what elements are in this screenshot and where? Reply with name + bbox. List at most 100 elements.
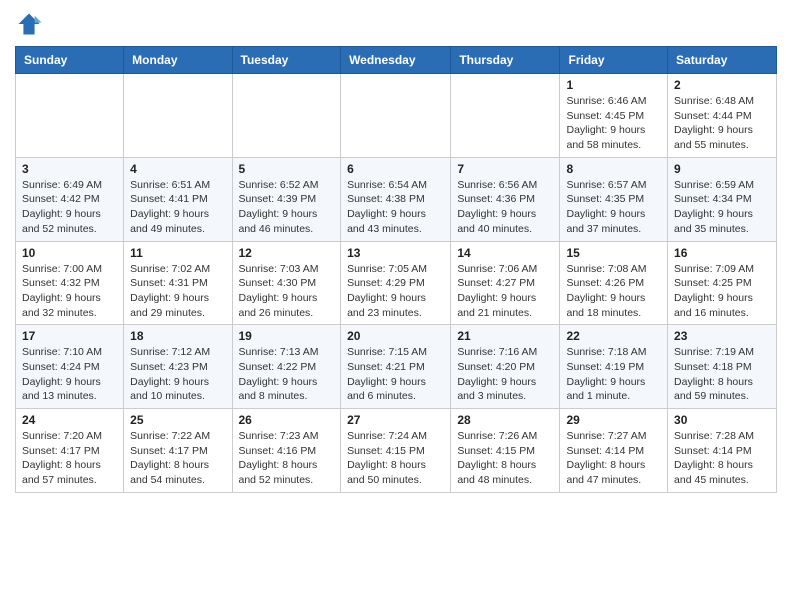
weekday-header-thursday: Thursday: [451, 47, 560, 74]
calendar-body: 1 Sunrise: 6:46 AM Sunset: 4:45 PM Daylig…: [16, 74, 777, 493]
calendar-cell: 11Sunrise: 7:02 AM Sunset: 4:31 PM Dayli…: [124, 241, 232, 325]
calendar-week-row: 10 Sunrise: 7:00 AM Sunset: 4:32 PM Dayli…: [16, 241, 777, 325]
day-number: 22: [566, 329, 661, 343]
calendar-cell: 15 Sunrise: 7:08 AM Sunset: 4:26 PM Dayli…: [560, 241, 668, 325]
day-number: 27: [347, 413, 444, 427]
calendar-cell: 12Sunrise: 7:03 AM Sunset: 4:30 PM Dayli…: [232, 241, 341, 325]
calendar-cell: 19 Sunrise: 7:13 AM Sunset: 4:22 PM Dayli…: [232, 325, 341, 409]
calendar-cell: 4 Sunrise: 6:51 AM Sunset: 4:41 PM Daylig…: [124, 157, 232, 241]
day-info: Sunrise: 7:02 AM Sunset: 4:31 PM Dayligh…: [130, 262, 225, 321]
day-info: Sunrise: 7:13 AM Sunset: 4:22 PM Dayligh…: [239, 345, 335, 404]
day-number: 16: [674, 246, 770, 260]
day-number: 29: [566, 413, 661, 427]
calendar: SundayMondayTuesdayWednesdayThursdayFrid…: [15, 46, 777, 493]
calendar-cell: [16, 74, 124, 158]
day-info: Sunrise: 6:46 AM Sunset: 4:45 PM Dayligh…: [566, 94, 661, 153]
weekday-header-tuesday: Tuesday: [232, 47, 341, 74]
day-number: 2: [674, 78, 770, 92]
calendar-cell: 10 Sunrise: 7:00 AM Sunset: 4:32 PM Dayli…: [16, 241, 124, 325]
calendar-cell: 28 Sunrise: 7:26 AM Sunset: 4:15 PM Dayli…: [451, 409, 560, 493]
calendar-cell: 22 Sunrise: 7:18 AM Sunset: 4:19 PM Dayli…: [560, 325, 668, 409]
calendar-cell: 14 Sunrise: 7:06 AM Sunset: 4:27 PM Dayli…: [451, 241, 560, 325]
weekday-header-wednesday: Wednesday: [341, 47, 451, 74]
day-info: Sunrise: 7:19 AM Sunset: 4:18 PM Dayligh…: [674, 345, 770, 404]
calendar-cell: 2Sunrise: 6:48 AM Sunset: 4:44 PM Daylig…: [668, 74, 777, 158]
day-info: Sunrise: 7:18 AM Sunset: 4:19 PM Dayligh…: [566, 345, 661, 404]
calendar-header: SundayMondayTuesdayWednesdayThursdayFrid…: [16, 47, 777, 74]
day-number: 30: [674, 413, 770, 427]
day-info: Sunrise: 7:08 AM Sunset: 4:26 PM Dayligh…: [566, 262, 661, 321]
calendar-cell: 29 Sunrise: 7:27 AM Sunset: 4:14 PM Dayli…: [560, 409, 668, 493]
day-info: Sunrise: 7:26 AM Sunset: 4:15 PM Dayligh…: [457, 429, 553, 488]
day-info: Sunrise: 7:12 AM Sunset: 4:23 PM Dayligh…: [130, 345, 225, 404]
day-info: Sunrise: 7:27 AM Sunset: 4:14 PM Dayligh…: [566, 429, 661, 488]
logo: [15, 10, 47, 38]
day-number: 14: [457, 246, 553, 260]
day-number: 4: [130, 162, 225, 176]
weekday-header-sunday: Sunday: [16, 47, 124, 74]
day-info: Sunrise: 7:24 AM Sunset: 4:15 PM Dayligh…: [347, 429, 444, 488]
calendar-cell: [124, 74, 232, 158]
day-number: 8: [566, 162, 661, 176]
day-info: Sunrise: 6:52 AM Sunset: 4:39 PM Dayligh…: [239, 178, 335, 237]
header: [15, 10, 777, 38]
calendar-cell: 17Sunrise: 7:10 AM Sunset: 4:24 PM Dayli…: [16, 325, 124, 409]
day-info: Sunrise: 7:00 AM Sunset: 4:32 PM Dayligh…: [22, 262, 117, 321]
day-number: 17: [22, 329, 117, 343]
day-info: Sunrise: 6:56 AM Sunset: 4:36 PM Dayligh…: [457, 178, 553, 237]
calendar-week-row: 1 Sunrise: 6:46 AM Sunset: 4:45 PM Daylig…: [16, 74, 777, 158]
day-info: Sunrise: 7:05 AM Sunset: 4:29 PM Dayligh…: [347, 262, 444, 321]
calendar-cell: 30 Sunrise: 7:28 AM Sunset: 4:14 PM Dayli…: [668, 409, 777, 493]
day-number: 24: [22, 413, 117, 427]
calendar-week-row: 3Sunrise: 6:49 AM Sunset: 4:42 PM Daylig…: [16, 157, 777, 241]
day-info: Sunrise: 7:09 AM Sunset: 4:25 PM Dayligh…: [674, 262, 770, 321]
calendar-cell: 21 Sunrise: 7:16 AM Sunset: 4:20 PM Dayli…: [451, 325, 560, 409]
day-number: 10: [22, 246, 117, 260]
calendar-cell: 18 Sunrise: 7:12 AM Sunset: 4:23 PM Dayli…: [124, 325, 232, 409]
weekday-header-friday: Friday: [560, 47, 668, 74]
day-number: 15: [566, 246, 661, 260]
calendar-cell: 16 Sunrise: 7:09 AM Sunset: 4:25 PM Dayli…: [668, 241, 777, 325]
calendar-cell: [341, 74, 451, 158]
day-number: 19: [239, 329, 335, 343]
day-info: Sunrise: 7:23 AM Sunset: 4:16 PM Dayligh…: [239, 429, 335, 488]
day-number: 9: [674, 162, 770, 176]
day-info: Sunrise: 6:51 AM Sunset: 4:41 PM Dayligh…: [130, 178, 225, 237]
day-number: 21: [457, 329, 553, 343]
day-info: Sunrise: 7:06 AM Sunset: 4:27 PM Dayligh…: [457, 262, 553, 321]
calendar-cell: 25 Sunrise: 7:22 AM Sunset: 4:17 PM Dayli…: [124, 409, 232, 493]
day-info: Sunrise: 6:59 AM Sunset: 4:34 PM Dayligh…: [674, 178, 770, 237]
calendar-cell: [451, 74, 560, 158]
day-info: Sunrise: 7:28 AM Sunset: 4:14 PM Dayligh…: [674, 429, 770, 488]
day-number: 3: [22, 162, 117, 176]
day-info: Sunrise: 7:20 AM Sunset: 4:17 PM Dayligh…: [22, 429, 117, 488]
day-info: Sunrise: 7:16 AM Sunset: 4:20 PM Dayligh…: [457, 345, 553, 404]
logo-icon: [15, 10, 43, 38]
day-number: 25: [130, 413, 225, 427]
calendar-cell: 9 Sunrise: 6:59 AM Sunset: 4:34 PM Daylig…: [668, 157, 777, 241]
calendar-cell: 23Sunrise: 7:19 AM Sunset: 4:18 PM Dayli…: [668, 325, 777, 409]
calendar-week-row: 24 Sunrise: 7:20 AM Sunset: 4:17 PM Dayli…: [16, 409, 777, 493]
day-number: 18: [130, 329, 225, 343]
calendar-cell: 7 Sunrise: 6:56 AM Sunset: 4:36 PM Daylig…: [451, 157, 560, 241]
calendar-cell: 24 Sunrise: 7:20 AM Sunset: 4:17 PM Dayli…: [16, 409, 124, 493]
day-info: Sunrise: 7:22 AM Sunset: 4:17 PM Dayligh…: [130, 429, 225, 488]
day-number: 1: [566, 78, 661, 92]
calendar-cell: 27 Sunrise: 7:24 AM Sunset: 4:15 PM Dayli…: [341, 409, 451, 493]
weekday-header-monday: Monday: [124, 47, 232, 74]
day-number: 26: [239, 413, 335, 427]
day-number: 20: [347, 329, 444, 343]
page: SundayMondayTuesdayWednesdayThursdayFrid…: [0, 0, 792, 508]
calendar-cell: 26 Sunrise: 7:23 AM Sunset: 4:16 PM Dayli…: [232, 409, 341, 493]
calendar-cell: 3Sunrise: 6:49 AM Sunset: 4:42 PM Daylig…: [16, 157, 124, 241]
day-number: 28: [457, 413, 553, 427]
calendar-week-row: 17Sunrise: 7:10 AM Sunset: 4:24 PM Dayli…: [16, 325, 777, 409]
calendar-cell: 5 Sunrise: 6:52 AM Sunset: 4:39 PM Daylig…: [232, 157, 341, 241]
day-number: 7: [457, 162, 553, 176]
day-info: Sunrise: 6:54 AM Sunset: 4:38 PM Dayligh…: [347, 178, 444, 237]
calendar-cell: 13Sunrise: 7:05 AM Sunset: 4:29 PM Dayli…: [341, 241, 451, 325]
calendar-cell: 6Sunrise: 6:54 AM Sunset: 4:38 PM Daylig…: [341, 157, 451, 241]
calendar-cell: [232, 74, 341, 158]
day-number: 5: [239, 162, 335, 176]
calendar-cell: 8Sunrise: 6:57 AM Sunset: 4:35 PM Daylig…: [560, 157, 668, 241]
